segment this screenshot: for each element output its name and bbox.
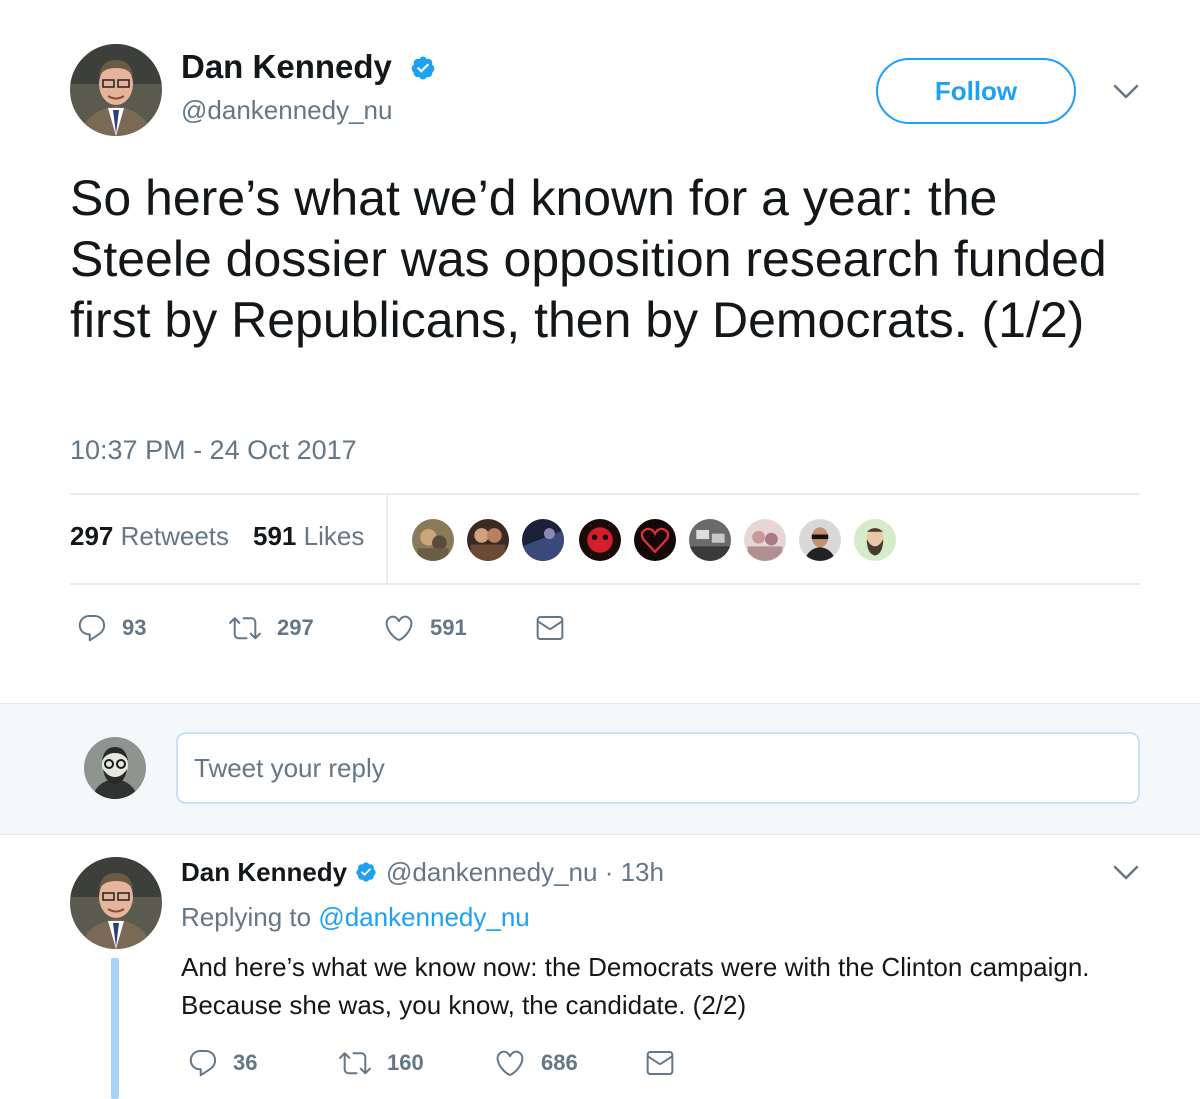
liker-avatar[interactable] xyxy=(465,517,511,563)
current-user-avatar[interactable] xyxy=(84,737,146,799)
tweet-text: So here’s what we’d known for a year: th… xyxy=(70,170,1107,348)
liker-avatar[interactable] xyxy=(410,517,456,563)
reply-author-name[interactable]: Dan Kennedy xyxy=(181,857,347,888)
liker-avatar[interactable] xyxy=(577,517,623,563)
retweet-icon xyxy=(339,1052,371,1075)
thread-line xyxy=(111,958,119,1099)
retweet-count: 297 xyxy=(277,615,314,640)
chevron-down-icon[interactable] xyxy=(1112,864,1140,882)
author-name[interactable]: Dan Kennedy xyxy=(181,48,392,86)
chevron-down-icon[interactable] xyxy=(1112,83,1140,101)
divider xyxy=(70,493,1140,495)
retweet-action[interactable]: 297 xyxy=(227,612,314,644)
direct-message-action[interactable] xyxy=(644,1047,676,1079)
reply-author-handle[interactable]: @dankennedy_nu · 13h xyxy=(386,857,664,888)
like-action[interactable]: 686 xyxy=(493,1047,578,1079)
meta-separator: · xyxy=(604,857,614,887)
retweet-count: 160 xyxy=(387,1050,424,1075)
divider xyxy=(70,583,1140,585)
verified-badge-icon xyxy=(355,861,377,883)
retweet-icon xyxy=(229,617,261,640)
reply-time[interactable]: 13h xyxy=(621,857,664,887)
liker-avatar[interactable] xyxy=(520,517,566,563)
direct-message-action[interactable] xyxy=(534,612,566,644)
reply-handle-text: @dankennedy_nu xyxy=(386,857,598,887)
reply-author-avatar[interactable] xyxy=(70,857,162,949)
liker-avatar[interactable] xyxy=(687,517,733,563)
reply-count: 36 xyxy=(233,1050,258,1075)
liker-avatar[interactable] xyxy=(742,517,788,563)
likes-count: 591 xyxy=(253,521,297,551)
like-heart-icon xyxy=(496,1050,524,1076)
direct-message-icon xyxy=(646,1051,674,1076)
tweet-timestamp[interactable]: 10:37 PM - 24 Oct 2017 xyxy=(70,435,357,466)
like-count: 686 xyxy=(541,1050,578,1075)
liker-avatar[interactable] xyxy=(852,517,898,563)
liker-avatar[interactable] xyxy=(797,517,843,563)
reply-action[interactable]: 93 xyxy=(76,612,146,644)
retweets-label: Retweets xyxy=(120,521,230,551)
author-handle[interactable]: @dankennedy_nu xyxy=(181,95,392,126)
like-count: 591 xyxy=(430,615,467,640)
follow-button[interactable]: Follow xyxy=(876,58,1076,124)
like-action[interactable]: 591 xyxy=(382,612,467,644)
reply-icon xyxy=(78,614,106,642)
stats-separator xyxy=(386,495,388,583)
replying-to-mention[interactable]: @dankennedy_nu xyxy=(318,902,529,932)
author-avatar[interactable] xyxy=(70,44,162,136)
reply-icon xyxy=(189,1049,217,1077)
likes-stat[interactable]: 591 Likes xyxy=(253,521,364,552)
reply-action[interactable]: 36 xyxy=(187,1047,257,1079)
replying-to: Replying to @dankennedy_nu xyxy=(181,902,530,933)
reply-input[interactable] xyxy=(176,732,1140,804)
reply-tweet-text: And here’s what we know now: the Democra… xyxy=(181,952,1090,1020)
liker-avatar[interactable] xyxy=(632,517,678,563)
like-heart-icon xyxy=(385,615,413,641)
replying-to-prefix: Replying to xyxy=(181,902,312,932)
direct-message-icon xyxy=(536,616,564,641)
reply-count: 93 xyxy=(122,615,147,640)
retweets-count: 297 xyxy=(70,521,114,551)
retweet-action[interactable]: 160 xyxy=(337,1047,424,1079)
likes-label: Likes xyxy=(303,521,365,551)
verified-badge-icon xyxy=(410,55,436,81)
retweets-stat[interactable]: 297 Retweets xyxy=(70,521,229,552)
